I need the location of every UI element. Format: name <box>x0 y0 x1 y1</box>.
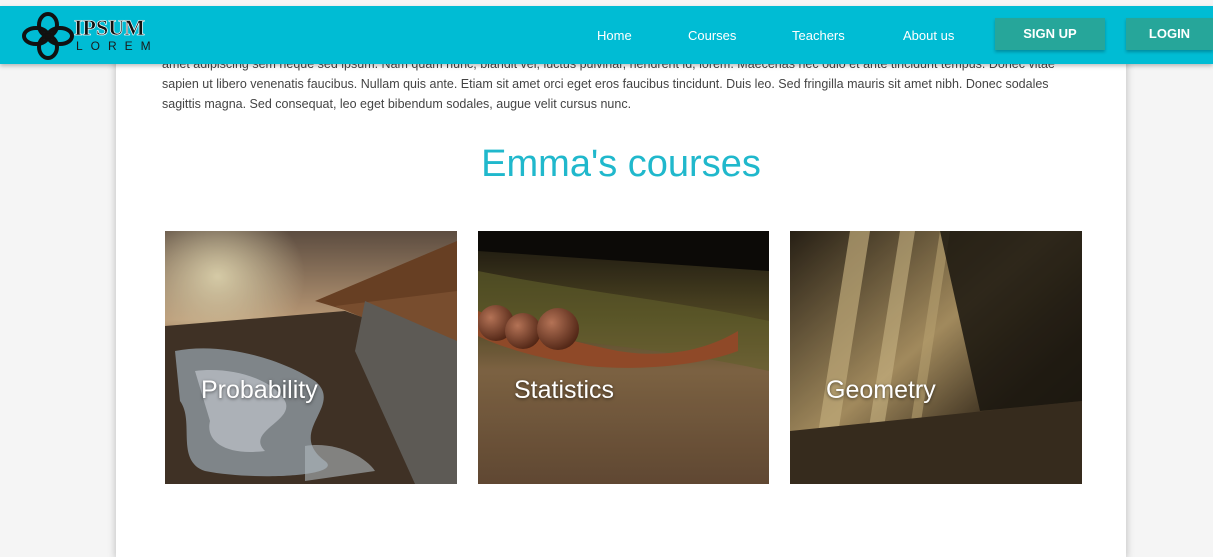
course-image-geometry <box>790 231 1082 484</box>
signup-button[interactable]: SIGN UP <box>995 18 1105 50</box>
brand-logo[interactable]: IPSUM LOREM <box>22 12 152 60</box>
course-label: Statistics <box>514 376 615 404</box>
course-label: Probability <box>201 376 318 404</box>
flower-logo-icon <box>22 12 74 60</box>
page: amet adipiscing sem neque sed ipsum. Nam… <box>0 0 1213 557</box>
content-card: amet adipiscing sem neque sed ipsum. Nam… <box>116 40 1126 557</box>
course-card-probability[interactable]: Probability <box>165 231 457 484</box>
nav-link-home[interactable]: Home <box>597 28 632 43</box>
top-navbar: IPSUM LOREM Home Courses Teachers About … <box>0 6 1213 64</box>
brand-name: IPSUM <box>74 15 145 41</box>
nav-link-courses[interactable]: Courses <box>688 28 736 43</box>
nav-link-teachers[interactable]: Teachers <box>792 28 845 43</box>
course-label: Geometry <box>826 376 936 404</box>
course-image-statistics <box>478 231 769 484</box>
course-image-probability <box>165 231 457 484</box>
section-title: Emma's courses <box>481 143 761 185</box>
login-button[interactable]: LOGIN <box>1126 18 1213 50</box>
course-card-geometry[interactable]: Geometry <box>790 231 1082 484</box>
brand-subtitle: LOREM <box>76 39 159 53</box>
course-card-statistics[interactable]: Statistics <box>478 231 769 484</box>
nav-link-about-us[interactable]: About us <box>903 28 954 43</box>
